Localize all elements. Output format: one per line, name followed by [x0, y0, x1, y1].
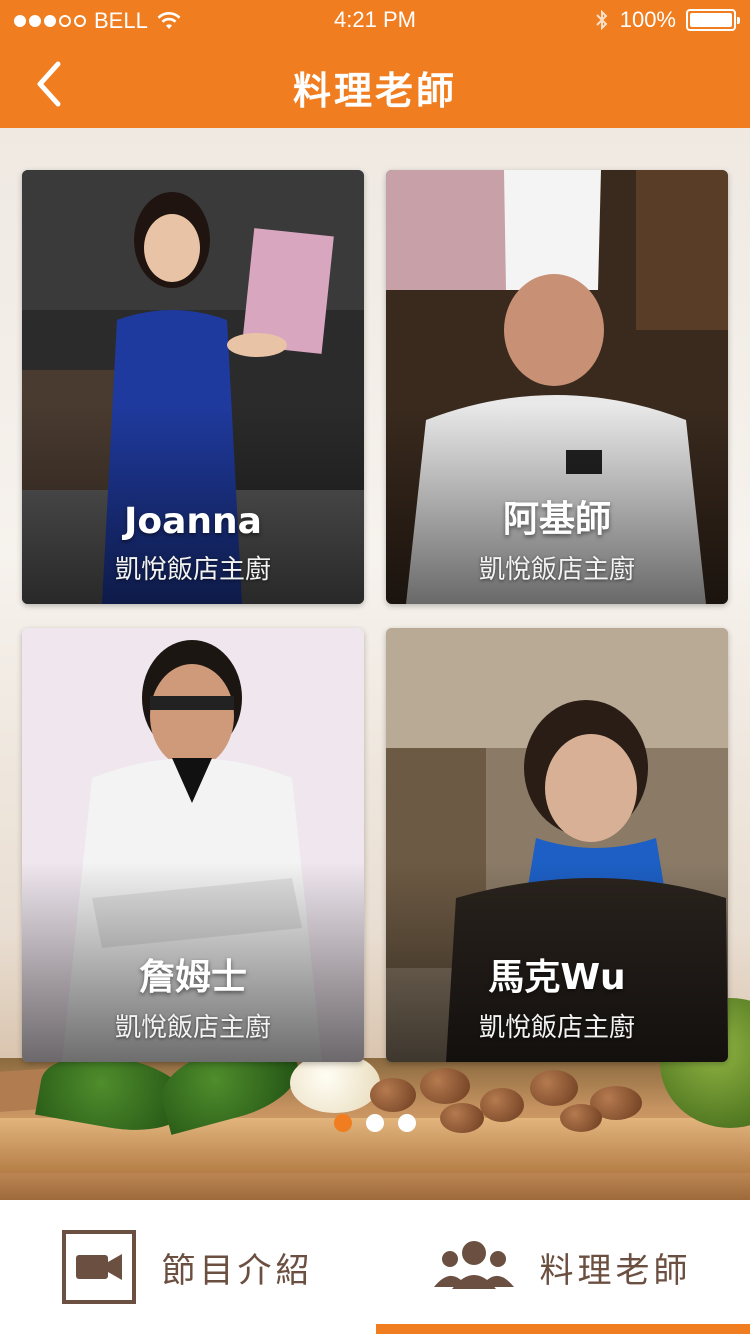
page-dot[interactable] [334, 1114, 352, 1132]
teacher-gallery: Joanna 凱悅飯店主廚 阿基師 凱悅飯店主廚 詹姆士 凱悅飯店主廚 馬克Wu… [0, 128, 750, 1200]
tab-bar: 節目介紹 料理老師 [0, 1200, 750, 1334]
status-bar: BELL 4:21 PM 100% [0, 0, 750, 40]
teacher-role: 凱悅飯店主廚 [114, 1013, 271, 1043]
tab-program-intro[interactable]: 節目介紹 [0, 1200, 375, 1334]
battery-icon [686, 9, 740, 31]
tab-cooking-teachers[interactable]: 料理老師 [375, 1200, 750, 1334]
bluetooth-icon [596, 9, 608, 31]
teacher-card[interactable]: Joanna 凱悅飯店主廚 [22, 170, 364, 604]
teacher-card[interactable]: 詹姆士 凱悅飯店主廚 [22, 628, 364, 1062]
teacher-name: 阿基師 [502, 499, 611, 540]
status-right: 100% [594, 7, 740, 33]
teacher-name: Joanna [124, 501, 262, 542]
page-title: 料理老師 [292, 69, 457, 113]
teacher-card[interactable]: 馬克Wu 凱悅飯店主廚 [386, 628, 728, 1062]
page-dot[interactable] [366, 1114, 384, 1132]
group-people-icon [433, 1241, 514, 1289]
teacher-name: 馬克Wu [488, 957, 626, 998]
page-indicator[interactable] [0, 1114, 750, 1132]
teacher-card[interactable]: 阿基師 凱悅飯店主廚 [386, 170, 728, 604]
teacher-role: 凱悅飯店主廚 [478, 1013, 635, 1043]
teacher-role: 凱悅飯店主廚 [478, 555, 635, 585]
page-dot[interactable] [398, 1114, 416, 1132]
video-camera-icon [61, 1230, 136, 1304]
navigation-bar: 料理老師 [0, 40, 750, 128]
active-tab-indicator [376, 1324, 750, 1334]
teacher-role: 凱悅飯店主廚 [114, 555, 271, 585]
teacher-name: 詹姆士 [138, 957, 247, 998]
tab-label: 料理老師 [539, 1250, 692, 1291]
battery-percent: 100% [619, 7, 676, 32]
tab-label: 節目介紹 [161, 1250, 314, 1291]
